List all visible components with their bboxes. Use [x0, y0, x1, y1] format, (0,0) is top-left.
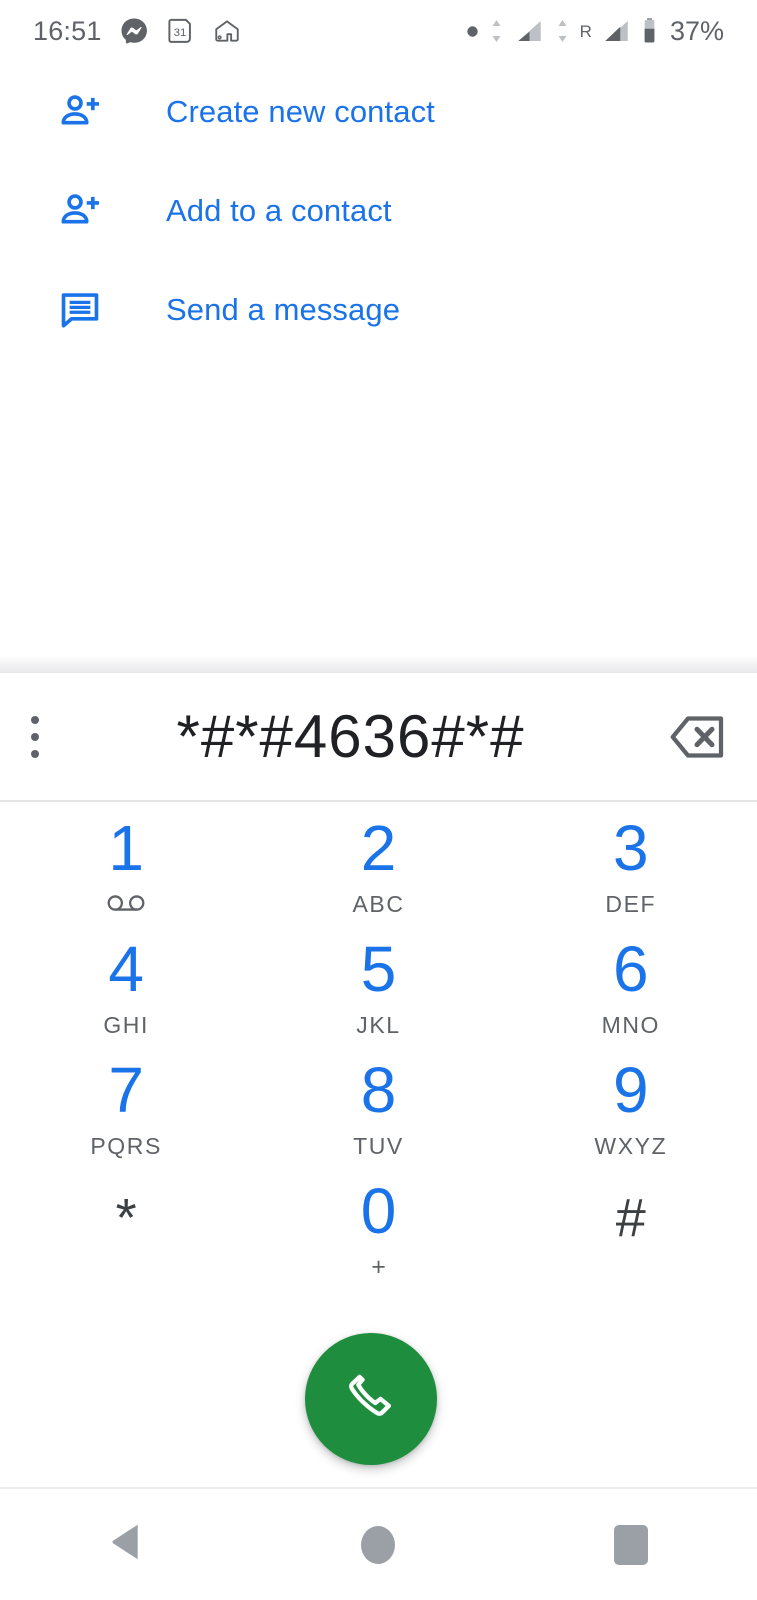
recents-square-icon — [613, 1524, 648, 1565]
dialpad-key-6-letters: MNO — [601, 1012, 661, 1038]
dialpad-key-4-digit: 4 — [108, 933, 144, 1005]
dialpad-key-0[interactable]: 0 + — [252, 1165, 504, 1286]
dialpad-row-1: 1 2 ABC 3 DEF — [0, 802, 757, 923]
send-a-message-label: Send a message — [166, 292, 401, 327]
roaming-signal-icon — [601, 16, 632, 46]
dialpad-key-8-digit: 8 — [360, 1054, 397, 1126]
send-a-message-button[interactable]: Send a message — [0, 260, 757, 359]
dialpad-key-0-digit: 0 — [360, 1175, 397, 1247]
call-button[interactable] — [305, 1333, 437, 1465]
dialpad-key-3-digit: 3 — [613, 812, 649, 884]
dialpad-key-star[interactable]: * — [0, 1165, 252, 1286]
dialpad-key-3-letters: DEF — [605, 891, 657, 917]
status-bar-clock: 16:51 — [33, 15, 102, 46]
message-icon — [57, 287, 103, 333]
navigation-bar — [0, 1489, 757, 1600]
dialpad-key-1[interactable]: 1 — [0, 802, 252, 923]
dialpad-key-6[interactable]: 6 MNO — [505, 923, 757, 1044]
calendar-icon: 31 — [166, 16, 195, 46]
dialpad-key-star-digit: * — [115, 1188, 137, 1248]
home-icon — [212, 16, 242, 46]
messenger-icon — [119, 16, 149, 46]
action-list: Create new contact Add to a contact Send… — [0, 62, 757, 359]
dialpad-key-5-letters: JKL — [356, 1012, 401, 1038]
dialpad-key-0-plus: + — [371, 1253, 386, 1281]
status-bar-right: R 37% — [466, 16, 757, 46]
battery-icon — [641, 16, 658, 46]
voicemail-icon — [106, 892, 146, 914]
backspace-icon[interactable] — [639, 673, 757, 800]
status-bar-left: 16:51 31 — [0, 16, 242, 46]
add-to-a-contact-button[interactable]: Add to a contact — [0, 161, 757, 260]
dialpad-key-2-letters: ABC — [352, 891, 405, 917]
dialpad-key-1-digit: 1 — [108, 812, 144, 884]
roaming-label: R — [579, 21, 592, 41]
dialpad-key-4[interactable]: 4 GHI — [0, 923, 252, 1044]
dialpad-row-4: * 0 + # — [0, 1165, 757, 1286]
home-circle-icon — [361, 1525, 396, 1564]
person-add-icon — [57, 188, 103, 234]
dialpad-key-7-letters: PQRS — [90, 1133, 162, 1159]
dialpad-key-5[interactable]: 5 JKL — [252, 923, 504, 1044]
dialpad-key-5-digit: 5 — [360, 933, 397, 1005]
dialpad-key-9-letters: WXYZ — [594, 1133, 668, 1159]
dialpad-key-8-letters: TUV — [353, 1133, 404, 1159]
signal-bars-icon — [514, 16, 545, 46]
dialpad-keys: 1 2 ABC 3 DEF 4 GHI 5 JKL 6 MNO 7 PQRS 8… — [0, 802, 757, 1286]
dialpad-key-hash[interactable]: # — [505, 1165, 757, 1286]
dialpad-row-3: 7 PQRS 8 TUV 9 WXYZ — [0, 1044, 757, 1165]
recents-button[interactable] — [505, 1524, 757, 1565]
dialpad-key-9-digit: 9 — [613, 1054, 649, 1126]
phone-screen: 16:51 31 R 37% Create new contact Add to… — [0, 0, 757, 1600]
svg-text:31: 31 — [173, 27, 186, 39]
dialpad-sheet-shadow — [0, 655, 757, 673]
dialpad-key-4-letters: GHI — [103, 1012, 150, 1038]
dialpad-key-3[interactable]: 3 DEF — [505, 802, 757, 923]
more-vert-icon[interactable] — [0, 673, 70, 800]
create-new-contact-button[interactable]: Create new contact — [0, 62, 757, 161]
add-to-a-contact-label: Add to a contact — [166, 193, 392, 228]
home-button[interactable] — [252, 1525, 504, 1564]
dialpad-key-6-digit: 6 — [613, 933, 649, 1005]
data-transfer-icon — [488, 16, 505, 46]
dialpad-key-2-digit: 2 — [360, 812, 397, 884]
dialed-number-row: *#*#4636#*# — [0, 673, 757, 800]
dialpad-key-7-digit: 7 — [108, 1054, 144, 1126]
battery-percent-label: 37% — [669, 15, 724, 46]
person-add-icon — [57, 89, 103, 135]
dialpad-key-9[interactable]: 9 WXYZ — [505, 1044, 757, 1165]
back-button[interactable] — [0, 1522, 252, 1567]
back-triangle-icon — [108, 1522, 144, 1567]
dialpad-row-2: 4 GHI 5 JKL 6 MNO — [0, 923, 757, 1044]
data-transfer-icon-2 — [554, 16, 571, 46]
dialpad-key-hash-digit: # — [615, 1188, 646, 1248]
dot-icon — [466, 25, 479, 38]
status-bar: 16:51 31 R 37% — [0, 0, 757, 62]
dialpad-key-2[interactable]: 2 ABC — [252, 802, 504, 923]
phone-icon — [343, 1369, 399, 1430]
dialpad-key-8[interactable]: 8 TUV — [252, 1044, 504, 1165]
dialpad-key-7[interactable]: 7 PQRS — [0, 1044, 252, 1165]
create-new-contact-label: Create new contact — [166, 94, 435, 129]
dialed-number-input[interactable]: *#*#4636#*# — [70, 707, 639, 767]
